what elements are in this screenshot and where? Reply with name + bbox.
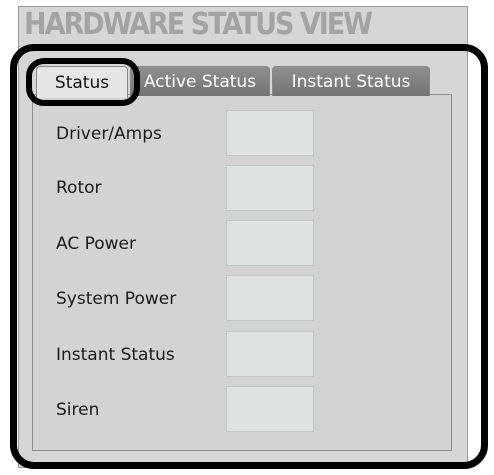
field-rotor (226, 165, 314, 211)
field-instant-status (226, 331, 314, 377)
page-title: HARDWARE STATUS VIEW (24, 7, 373, 42)
tab-status[interactable]: Status (36, 66, 128, 98)
label-siren: Siren (56, 400, 100, 420)
field-ac-power (226, 220, 314, 266)
field-system-power (226, 275, 314, 321)
tab-active-status[interactable]: Active Status (130, 66, 270, 96)
label-system-power: System Power (56, 289, 177, 309)
field-driver-amps (226, 110, 314, 156)
label-ac-power: AC Power (56, 234, 137, 254)
label-rotor: Rotor (56, 178, 102, 198)
label-instant-status: Instant Status (56, 345, 175, 365)
label-driver-amps: Driver/Amps (56, 124, 162, 144)
tab-instant-status[interactable]: Instant Status (272, 66, 430, 96)
field-siren (226, 386, 314, 432)
